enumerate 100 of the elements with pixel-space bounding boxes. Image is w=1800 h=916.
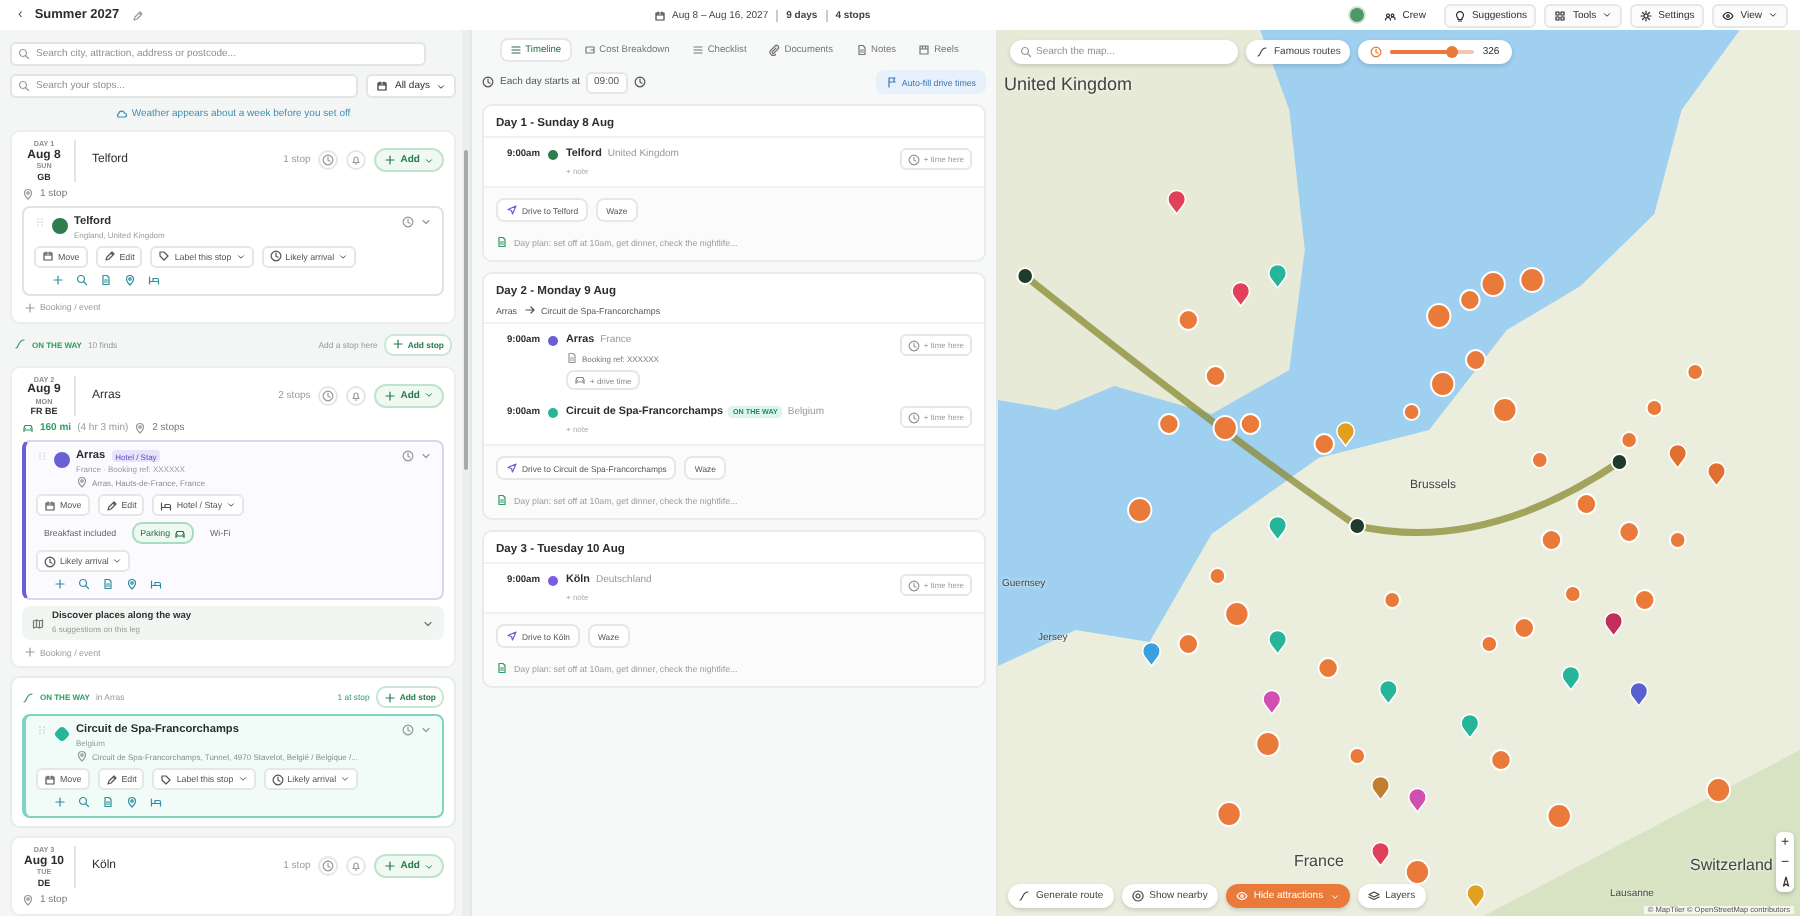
route-icon	[14, 338, 26, 350]
alert-button[interactable]	[346, 385, 367, 406]
clock-icon	[907, 153, 920, 165]
pin-icon[interactable]	[126, 578, 138, 590]
eye-icon	[1235, 890, 1248, 902]
map-pin[interactable]	[1460, 713, 1480, 739]
note-icon	[496, 494, 508, 506]
time-button[interactable]	[318, 385, 339, 406]
map-pin[interactable]	[1268, 263, 1288, 289]
alert-button[interactable]	[346, 150, 367, 171]
calendar-icon	[376, 80, 389, 92]
chevron-down-icon	[235, 251, 246, 261]
bed-icon[interactable]	[150, 578, 162, 590]
pencil-icon	[105, 499, 118, 511]
pin-icon[interactable]	[126, 796, 138, 808]
map-pin[interactable]	[1466, 883, 1486, 909]
cluster-marker[interactable]	[1705, 777, 1732, 803]
note-icon	[496, 662, 508, 674]
clock-icon	[907, 339, 920, 351]
avatar[interactable]	[1348, 6, 1367, 24]
map-pin[interactable]	[1371, 841, 1391, 867]
clock-icon	[269, 250, 282, 262]
calendar-icon	[44, 773, 56, 785]
pin-icon	[76, 476, 88, 488]
plus-icon[interactable]	[52, 273, 64, 285]
chevron-down-icon	[226, 500, 237, 510]
bell-icon	[350, 154, 363, 167]
chevron-down-icon[interactable]	[420, 724, 432, 736]
map-icon	[32, 617, 44, 629]
search-icon[interactable]	[76, 273, 88, 285]
car-icon	[574, 374, 586, 386]
chevron-down-icon[interactable]	[420, 215, 432, 227]
map-pin[interactable]	[1231, 281, 1251, 307]
search-icon[interactable]	[78, 796, 90, 808]
document-icon[interactable]	[100, 273, 112, 285]
settings-icon	[1640, 9, 1653, 21]
pin-icon[interactable]	[124, 273, 136, 285]
document-icon	[566, 352, 578, 364]
cloud-icon	[115, 108, 128, 120]
scrollbar[interactable]	[462, 30, 470, 916]
map-pin[interactable]	[1668, 443, 1688, 469]
cluster-marker[interactable]	[1239, 413, 1262, 435]
map-pin[interactable]	[1707, 461, 1726, 487]
clock-icon[interactable]	[633, 76, 646, 88]
document-icon[interactable]	[102, 578, 114, 590]
map-pin[interactable]	[1262, 689, 1282, 715]
pin-icon	[22, 893, 34, 905]
time-button[interactable]	[318, 856, 339, 877]
plus-icon[interactable]	[54, 578, 66, 590]
clock-icon	[322, 389, 335, 402]
cluster-marker[interactable]	[1404, 859, 1431, 885]
route-icon	[1256, 46, 1268, 58]
list-icon	[691, 44, 704, 56]
chevron-down-icon	[340, 774, 351, 784]
calendar-icon	[654, 9, 666, 21]
bed-icon[interactable]	[148, 273, 160, 285]
map-pin[interactable]	[1167, 189, 1187, 215]
map-label: Switzerland	[1690, 856, 1773, 874]
arrow-right-icon	[523, 304, 535, 316]
chevron-down-icon	[422, 617, 434, 629]
plus-icon	[384, 154, 397, 167]
bell-icon	[350, 860, 363, 873]
chevron-down-icon[interactable]	[420, 450, 432, 462]
car-icon	[22, 422, 34, 434]
map-pin[interactable]	[1371, 775, 1391, 801]
map-pin[interactable]	[1336, 421, 1356, 447]
pencil-icon	[103, 250, 116, 262]
plus-icon[interactable]	[54, 796, 66, 808]
lightbulb-icon	[1453, 9, 1466, 21]
list-icon	[509, 44, 522, 56]
clock-icon	[482, 76, 494, 88]
map-pin[interactable]	[1561, 665, 1581, 691]
plus-icon	[384, 389, 397, 402]
chevron-down-icon	[338, 251, 349, 261]
calendar-icon	[42, 250, 54, 262]
pencil-icon[interactable]	[131, 9, 144, 21]
time-button[interactable]	[318, 150, 339, 171]
grid-icon	[1554, 9, 1567, 21]
bed-icon	[160, 499, 173, 511]
note-icon	[496, 236, 508, 248]
map-pin[interactable]	[1407, 787, 1427, 813]
navigation-icon	[506, 630, 518, 642]
pin-icon	[134, 422, 147, 434]
bed-icon[interactable]	[150, 796, 162, 808]
map-pin[interactable]	[1268, 515, 1288, 541]
map-pin[interactable]	[1268, 629, 1288, 655]
compass-icon	[1779, 876, 1791, 888]
plus-icon	[384, 860, 397, 873]
chevron-down-icon	[237, 774, 248, 784]
map-pin[interactable]	[1604, 611, 1624, 637]
pin-icon	[22, 187, 34, 199]
document-icon[interactable]	[102, 796, 114, 808]
clock-icon	[322, 860, 335, 873]
clock-icon	[907, 579, 920, 591]
search-icon[interactable]	[78, 578, 90, 590]
map-pin[interactable]	[1378, 679, 1398, 705]
calendar-icon	[44, 499, 56, 511]
map-pin[interactable]	[1629, 681, 1649, 707]
map-pin[interactable]	[1141, 641, 1161, 667]
alert-button[interactable]	[346, 856, 367, 877]
